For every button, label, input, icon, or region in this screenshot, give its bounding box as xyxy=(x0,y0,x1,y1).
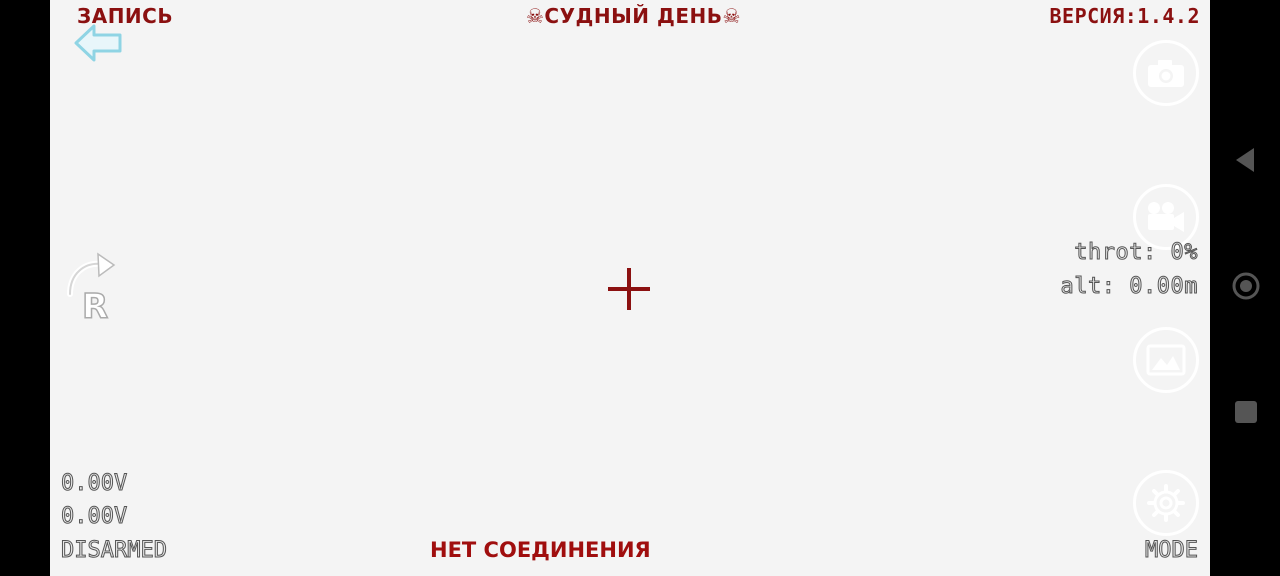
nav-home-icon[interactable] xyxy=(1232,272,1260,300)
mode-button[interactable]: MODE xyxy=(1145,538,1199,564)
arm-state-label[interactable]: DISARMED xyxy=(61,538,168,564)
altitude-readout: alt: 0.00m xyxy=(1060,274,1198,300)
rotate-letter: R xyxy=(82,287,108,324)
left-black-bar xyxy=(0,0,50,576)
camera-button[interactable] xyxy=(1133,40,1199,106)
connection-status: НЕТ СОЕДИНЕНИЯ xyxy=(430,538,651,562)
nav-back-icon[interactable] xyxy=(1232,146,1260,174)
nav-recents-icon[interactable] xyxy=(1232,398,1260,426)
app-title: ☠СУДНЫЙ ДЕНЬ☠ xyxy=(526,4,741,28)
settings-button[interactable] xyxy=(1133,470,1199,536)
gallery-button[interactable] xyxy=(1133,327,1199,393)
battery-voltage-2: 0.00V xyxy=(60,504,128,530)
battery-voltage-1: 0.00V xyxy=(60,471,128,497)
drone-control-screen: ЗАПИСЬ ☠СУДНЫЙ ДЕНЬ☠ ВЕРСИЯ:1.4.2 R thro… xyxy=(50,0,1210,576)
gallery-icon xyxy=(1146,344,1186,376)
android-navigation-bar xyxy=(1210,0,1280,576)
version-label: ВЕРСИЯ:1.4.2 xyxy=(1049,4,1200,28)
back-arrow-icon[interactable] xyxy=(72,22,124,66)
camera-icon xyxy=(1148,60,1184,87)
crosshair-icon xyxy=(608,268,650,310)
gear-icon xyxy=(1147,484,1185,522)
rotate-right-icon[interactable]: R xyxy=(62,252,122,328)
video-camera-icon xyxy=(1148,202,1184,232)
throttle-readout: throt: 0% xyxy=(1074,240,1198,266)
